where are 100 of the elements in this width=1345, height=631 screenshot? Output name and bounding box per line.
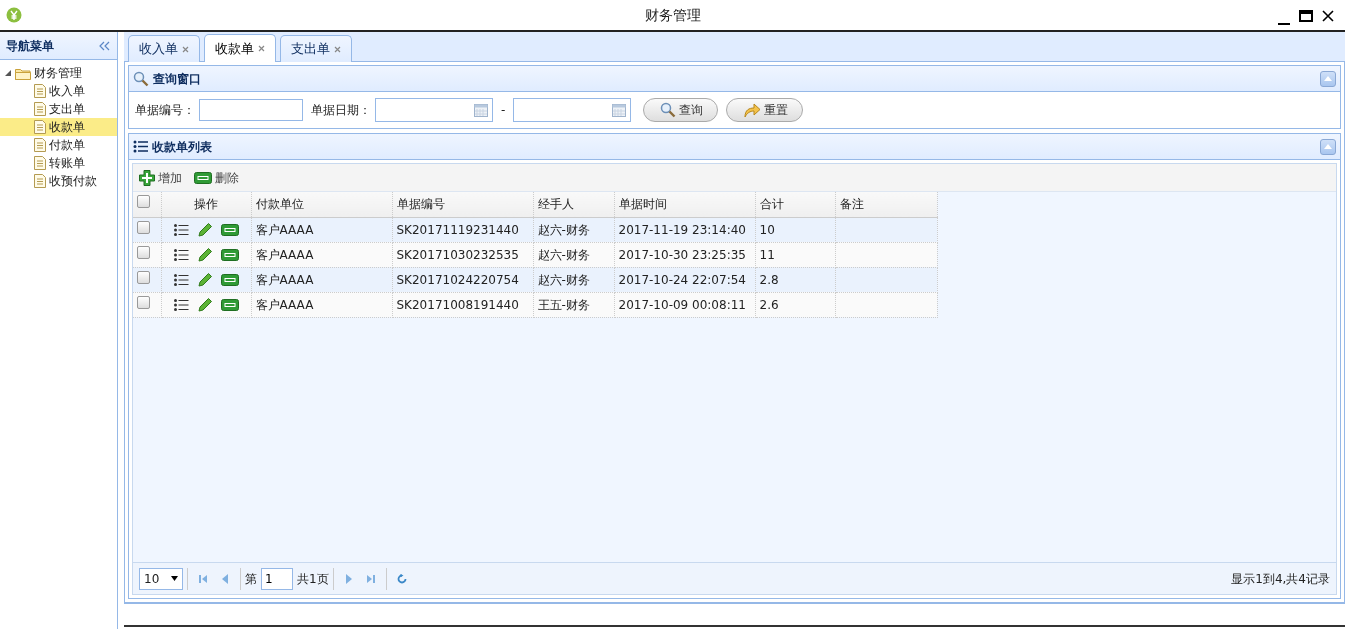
calendar-icon[interactable] [474, 103, 488, 117]
table-cell: 10 [759, 222, 775, 237]
tree-item[interactable]: 收预付款 [0, 172, 117, 190]
table-cell: 客户AAAA [255, 247, 314, 262]
minus-icon[interactable] [220, 298, 239, 311]
search-icon [133, 70, 149, 87]
column-header: 操作 [194, 197, 218, 212]
tree-node-label[interactable]: 财务管理 [34, 64, 82, 82]
file-icon [34, 120, 46, 134]
pencil-icon[interactable] [196, 246, 213, 263]
close-icon[interactable] [334, 45, 341, 53]
start-date-field[interactable] [375, 98, 493, 122]
table-cell: 2.6 [759, 297, 779, 312]
tree-item[interactable]: 支出单 [0, 100, 117, 118]
table-cell: 客户AAAA [255, 222, 314, 237]
file-icon [34, 174, 46, 188]
minus-icon [194, 171, 212, 184]
end-date-field[interactable] [513, 98, 632, 122]
reset-button[interactable]: 重置 [726, 98, 804, 122]
row-checkbox[interactable] [137, 245, 150, 259]
select-all-checkbox[interactable] [137, 195, 150, 209]
minus-icon[interactable] [220, 248, 239, 261]
triangle-up-icon [1324, 144, 1332, 149]
tree-item[interactable]: 付款单 [0, 136, 117, 154]
collapse-panel-button[interactable] [1320, 138, 1336, 155]
list-icon [133, 140, 148, 153]
tree-item[interactable]: 转账单 [0, 154, 117, 172]
curved-arrow-icon [743, 102, 762, 118]
table-cell: 2017-10-24 22:07:54 [618, 272, 746, 287]
delete-button[interactable]: 删除 [194, 168, 239, 187]
table-cell: SK20171008191440 [396, 297, 519, 312]
minus-icon[interactable] [220, 273, 239, 286]
tree-item[interactable]: 收入单 [0, 82, 117, 100]
minus-icon[interactable] [220, 223, 239, 236]
date-separator: - [501, 102, 506, 119]
file-icon [34, 156, 46, 170]
first-page-icon [198, 573, 208, 584]
tree-item[interactable]: 收款单 [0, 118, 117, 136]
column-header: 单据时间 [618, 197, 667, 212]
column-header: 备注 [839, 197, 864, 212]
file-icon [34, 138, 46, 152]
table-cell: 11 [759, 247, 775, 262]
maximize-icon [1299, 10, 1313, 22]
field-label: 单据日期： [311, 102, 371, 119]
search-icon [660, 102, 677, 118]
pencil-icon[interactable] [196, 296, 213, 313]
details-icon[interactable] [173, 298, 189, 311]
column-header: 付款单位 [255, 197, 304, 212]
column-header: 经手人 [537, 197, 574, 212]
tab[interactable]: 收款单 [204, 34, 276, 62]
refresh-icon [396, 573, 407, 584]
close-icon[interactable] [258, 45, 265, 52]
file-icon [34, 102, 46, 116]
search-button[interactable]: 查询 [643, 98, 719, 122]
table-cell: 赵六-财务 [537, 272, 590, 287]
window-title: 财务管理 [644, 5, 701, 25]
table-cell: 赵六-财务 [537, 247, 590, 262]
sidebar-title: 导航菜单 [6, 37, 54, 55]
expand-toggle-icon[interactable] [4, 69, 12, 77]
collapse-panel-button[interactable] [1320, 70, 1336, 87]
tab[interactable]: 收入单 [128, 35, 200, 62]
minimize-icon [1278, 23, 1290, 25]
table-cell: 客户AAAA [255, 297, 314, 312]
row-checkbox[interactable] [137, 270, 150, 284]
table-cell: 2.8 [759, 272, 779, 287]
pencil-icon[interactable] [196, 221, 213, 238]
page-label: 第 [245, 570, 257, 588]
calendar-icon[interactable] [612, 103, 627, 117]
row-checkbox[interactable] [137, 295, 150, 309]
table-cell: 客户AAAA [255, 272, 314, 287]
table-cell: SK20171024220754 [396, 272, 519, 287]
page-size-select[interactable]: 10 [139, 567, 183, 590]
details-icon[interactable] [173, 248, 189, 261]
row-checkbox[interactable] [137, 220, 150, 234]
folder-icon [15, 66, 31, 80]
tab[interactable]: 支出单 [280, 35, 352, 62]
collapse-sidebar-icon[interactable] [99, 40, 111, 51]
next-page-icon [343, 573, 354, 584]
table-cell: 王五-财务 [537, 297, 590, 312]
number-input-field[interactable] [199, 99, 303, 121]
page-number-field[interactable]: 1 [261, 567, 293, 590]
close-icon[interactable] [182, 45, 189, 53]
details-icon[interactable] [173, 273, 189, 286]
field-label: 单据编号： [135, 102, 195, 119]
previous-page-icon [220, 573, 230, 584]
pencil-icon[interactable] [196, 271, 213, 288]
page-count: 共1页 [297, 570, 329, 588]
table-cell: 2017-10-09 00:08:11 [618, 297, 746, 312]
details-icon[interactable] [173, 223, 189, 236]
table-cell: SK20171030232535 [396, 247, 519, 262]
app-logo-icon [6, 7, 22, 23]
caret-icon [171, 576, 178, 581]
plus-icon [139, 169, 155, 186]
last-page-icon [365, 573, 376, 584]
table-cell: SK20171119231440 [396, 222, 519, 237]
add-button[interactable]: 增加 [139, 168, 182, 187]
file-icon [34, 84, 46, 98]
record-summary: 显示1到4,共4记录 [1231, 570, 1330, 588]
table-cell: 赵六-财务 [537, 222, 590, 237]
panel-title: 收款单列表 [152, 138, 212, 156]
